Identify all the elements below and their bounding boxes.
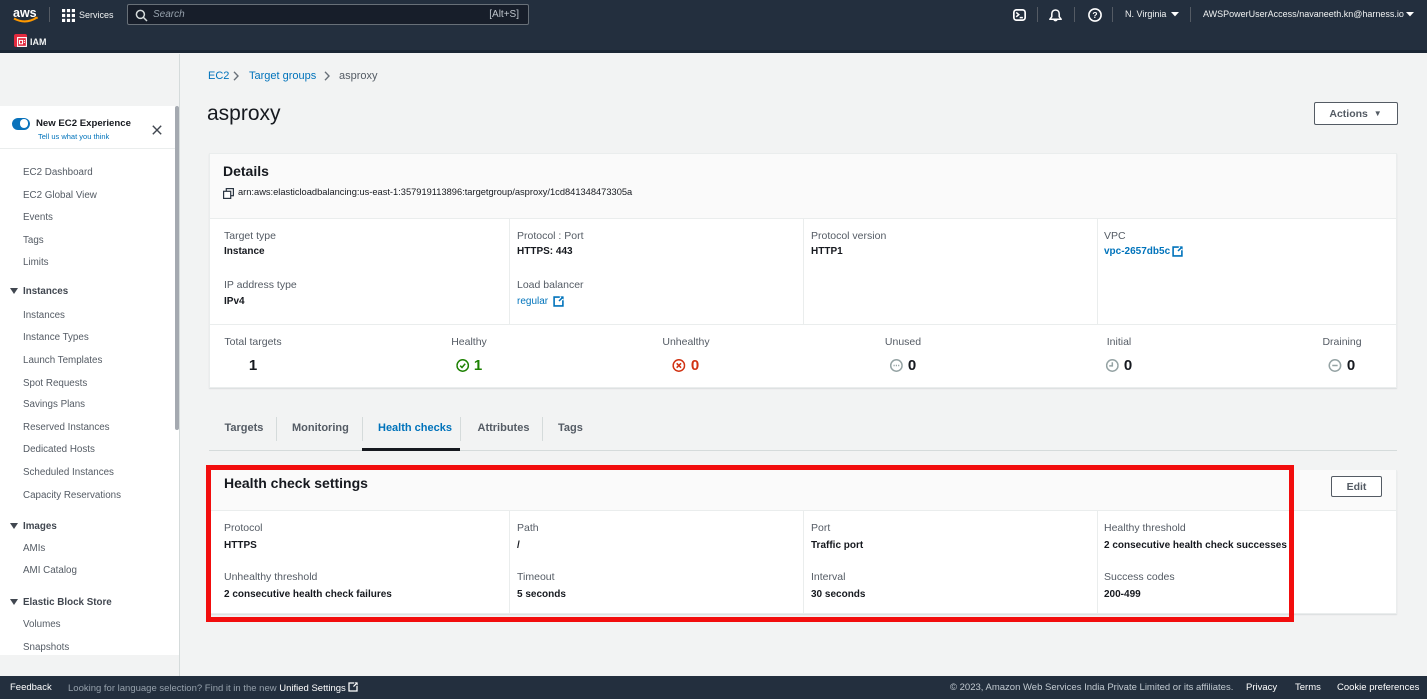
svg-text:?: ? (1092, 10, 1097, 20)
svg-text:aws: aws (13, 6, 37, 20)
